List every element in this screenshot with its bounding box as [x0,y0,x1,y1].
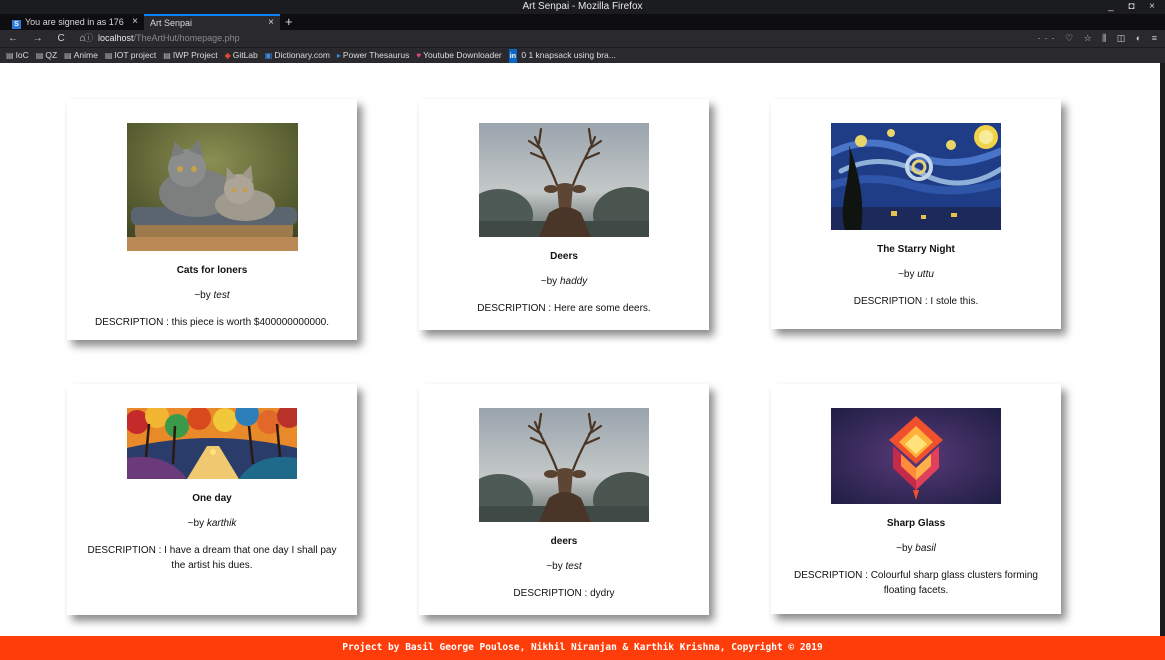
art-author: karthik [206,518,237,529]
site-info-icon[interactable]: ⓘ [84,33,93,43]
page-footer: Project by Basil George Poulose, Nikhil … [0,636,1165,660]
new-tab-button[interactable]: + [285,14,293,30]
bookmark-anime[interactable]: ▤ Anime [64,48,98,63]
bookmark-qz[interactable]: ▤ QZ [36,48,57,63]
art-title[interactable]: Sharp Glass [771,518,1061,529]
url-host: localhost [98,33,134,43]
art-author-line: ~by karthik [187,518,237,529]
tab-art-senpai[interactable]: Art Senpai × [144,14,280,30]
art-description: DESCRIPTION : this piece is worth $40000… [94,317,329,328]
art-author: test [565,561,582,572]
tab-label: Art Senpai [150,18,193,28]
art-author-line: ~by basil [896,543,936,554]
art-card-deers-2[interactable]: deers ~by test DESCRIPTION : dydry [419,384,709,615]
nav-buttons[interactable]: ← → C ⌂ [8,30,92,47]
bookmark-iwp-project[interactable]: ▤ IWP Project [163,48,217,63]
window-controls[interactable]: _ ◘ × [1108,0,1161,14]
art-author: haddy [559,276,588,287]
url-path: /TheArtHut/homepage.php [133,33,240,43]
art-image-cats[interactable] [126,123,298,251]
page-scrollbar[interactable] [1160,63,1165,636]
art-author: basil [915,543,936,554]
art-title[interactable]: One day [67,493,357,504]
art-title[interactable]: The Starry Night [771,244,1061,255]
tab-label: You are signed in as 176 [25,17,124,27]
art-card-one-day[interactable]: One day ~by karthik DESCRIPTION : I have… [67,384,357,615]
art-description: DESCRIPTION : dydry [513,588,615,599]
folder-icon: ▤ [163,51,171,60]
art-title[interactable]: Cats for loners [67,265,357,276]
art-description: DESCRIPTION : I have a dream that one da… [87,545,337,571]
footer-credits: Project by Basil George Poulose, Nikhil … [342,642,823,653]
art-description: DESCRIPTION : Colourful sharp glass clus… [794,570,1038,596]
linkedin-icon: in [508,49,517,63]
url-bar[interactable]: ⓘ localhost/TheArtHut/homepage.php [84,32,1024,45]
bookmark-ioc[interactable]: ▤ IoC [6,48,29,63]
folder-icon: ▤ [6,51,14,60]
art-author-line: ~by test [194,290,230,301]
art-author: uttu [917,269,934,280]
site-favicon-icon: S [12,20,21,29]
art-card-deers[interactable]: Deers ~by haddy DESCRIPTION : Here are s… [419,99,709,330]
art-image-deers[interactable] [479,123,649,237]
art-card-sharp-glass[interactable]: Sharp Glass ~by basil DESCRIPTION : Colo… [771,384,1061,614]
gitlab-icon: ◆ [224,51,231,60]
art-description: DESCRIPTION : Here are some deers. [477,303,651,314]
bookmark-knapsack[interactable]: in 0 1 knapsack using bra... [508,48,616,63]
art-image-starry-night[interactable] [831,123,1001,230]
art-card-starry-night[interactable]: The Starry Night ~by uttu DESCRIPTION : … [771,99,1061,329]
folder-icon: ▤ [64,51,72,60]
bookmark-gitlab[interactable]: ◆ GitLab [225,48,258,63]
art-image-one-day[interactable] [127,408,297,479]
tab-close-icon[interactable]: × [268,16,274,30]
bookmark-iot-project[interactable]: ▤ IOT project [105,48,156,63]
heart-icon: ♥ [416,51,422,60]
tab-bar: S You are signed in as 176 × Art Senpai × [0,14,1165,30]
bookmark-youtube-downloader[interactable]: ♥ Youtube Downloader [416,48,501,63]
window-title: Art Senpai - Mozilla Firefox [522,1,643,12]
window-titlebar: Art Senpai - Mozilla Firefox _ ◘ × [0,0,1165,14]
thesaurus-icon: ▸ [336,51,341,60]
bookmark-power-thesaurus[interactable]: ▸ Power Thesaurus [337,48,409,63]
toolbar-icons[interactable]: ··· ♡ ☆ ⫼ ◫ ◐ ≡ [1038,30,1161,47]
art-author: test [213,290,230,301]
art-author-line: ~by haddy [540,276,588,287]
art-image-sharp-glass[interactable] [831,408,1001,504]
art-title[interactable]: Deers [419,251,709,262]
art-description: DESCRIPTION : I stole this. [853,296,979,307]
dictionary-icon: ▣ [264,51,273,60]
tab-signed-in[interactable]: S You are signed in as 176 × [6,14,144,30]
tab-close-icon[interactable]: × [132,14,138,30]
art-author-line: ~by test [546,561,582,572]
navigation-toolbar: ← → C ⌂ ⓘ localhost/TheArtHut/homepage.ph… [0,30,1165,47]
bookmarks-toolbar: ▤ IoC ▤ QZ ▤ Anime ▤ IOT project ▤ IWP Project ◆ Gi… [0,47,1165,63]
folder-icon: ▤ [35,51,44,60]
art-card-cats[interactable]: Cats for loners ~by test DESCRIPTION : t… [67,99,357,340]
folder-icon: ▤ [104,51,113,60]
art-title[interactable]: deers [419,536,709,547]
bookmark-dictionary[interactable]: ▣ Dictionary.com [265,48,330,63]
art-author-line: ~by uttu [898,269,934,280]
art-image-deers[interactable] [479,408,649,522]
